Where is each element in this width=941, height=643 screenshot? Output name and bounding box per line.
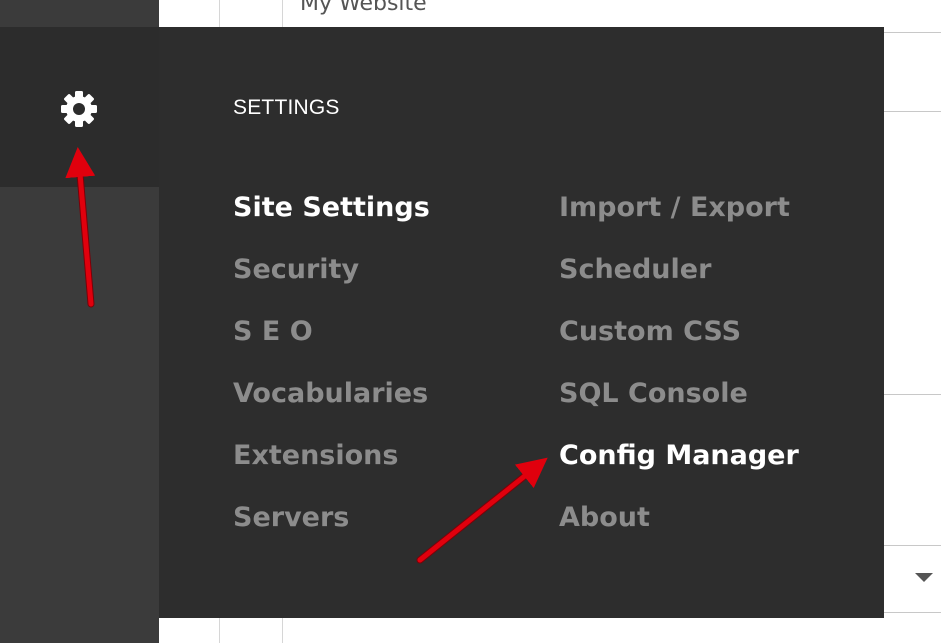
gear-icon[interactable] [59,89,99,129]
menu-item-security[interactable]: Security [233,256,359,283]
menu-item-about[interactable]: About [559,504,650,531]
background-row-divider [884,32,941,33]
chevron-down-icon[interactable] [915,573,933,582]
menu-item-vocabularies[interactable]: Vocabularies [233,380,428,407]
menu-item-site-settings[interactable]: Site Settings [233,194,430,221]
background-row-divider [884,394,941,395]
menu-item-import-export[interactable]: Import / Export [559,194,790,221]
site-title[interactable]: My Website [300,0,427,16]
menu-item-extensions[interactable]: Extensions [233,442,398,469]
menu-item-scheduler[interactable]: Scheduler [559,256,711,283]
menu-item-custom-css[interactable]: Custom CSS [559,318,741,345]
menu-item-config-manager[interactable]: Config Manager [559,442,799,469]
panel-title: SETTINGS [233,96,340,119]
menu-item-seo[interactable]: S E O [233,318,313,345]
background-row-divider [884,612,941,613]
menu-item-sql-console[interactable]: SQL Console [559,380,748,407]
background-row-divider [884,111,941,112]
menu-item-servers[interactable]: Servers [233,504,349,531]
background-row-divider [884,545,941,546]
